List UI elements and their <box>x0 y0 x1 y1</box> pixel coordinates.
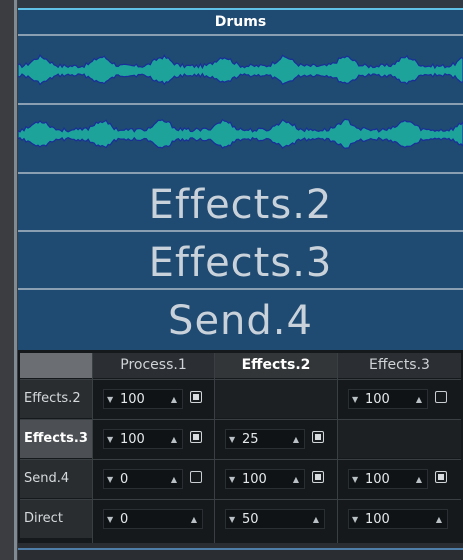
grid-line <box>214 353 215 543</box>
matrix-cell: ▼ 0 ▲ <box>93 460 214 498</box>
gain-value[interactable]: 0 <box>120 510 128 529</box>
matrix-cell: ▼ 100 ▲ <box>93 420 214 458</box>
triangle-down-icon[interactable]: ▼ <box>107 470 113 489</box>
matrix-cell: ▼ 0 ▲ <box>93 500 214 538</box>
divider <box>18 172 463 174</box>
triangle-up-icon[interactable]: ▲ <box>416 470 422 489</box>
routing-matrix: Process.1 Effects.2 Effects.3 Effects.2 … <box>18 350 463 543</box>
triangle-down-icon[interactable]: ▼ <box>107 390 113 409</box>
route-enable-checkbox[interactable] <box>190 431 202 443</box>
triangle-up-icon[interactable]: ▲ <box>191 510 197 529</box>
gain-spinbox[interactable]: ▼ 100 ▲ <box>225 469 305 489</box>
gain-value[interactable]: 100 <box>120 390 145 409</box>
gain-spinbox[interactable]: ▼ 25 ▲ <box>225 429 305 449</box>
row-header-effects-3[interactable]: Effects.3 <box>20 420 92 458</box>
triangle-down-icon[interactable]: ▼ <box>352 510 358 529</box>
matrix-cell: ▼ 100 ▲ <box>215 460 337 498</box>
gain-value[interactable]: 0 <box>120 470 128 489</box>
gain-spinbox[interactable]: ▼ 100 ▲ <box>348 469 428 489</box>
divider <box>18 288 463 290</box>
grid-line <box>20 419 461 420</box>
gain-spinbox[interactable]: ▼ 0 ▲ <box>103 469 183 489</box>
gain-spinbox[interactable]: ▼ 100 ▲ <box>103 389 183 409</box>
gain-spinbox[interactable]: ▼ 100 ▲ <box>348 509 448 529</box>
column-header-effects-3[interactable]: Effects.3 <box>338 353 461 378</box>
gain-value[interactable]: 100 <box>365 390 390 409</box>
matrix-cell <box>338 420 461 458</box>
triangle-up-icon[interactable]: ▲ <box>171 430 177 449</box>
triangle-down-icon[interactable]: ▼ <box>107 430 113 449</box>
triangle-down-icon[interactable]: ▼ <box>352 390 358 409</box>
triangle-up-icon[interactable]: ▲ <box>436 510 442 529</box>
triangle-up-icon[interactable]: ▲ <box>171 390 177 409</box>
lane-effects-3[interactable]: Effects.3 <box>18 238 463 288</box>
grid-line <box>20 379 461 380</box>
track-title: Drums <box>214 14 267 30</box>
gain-spinbox[interactable]: ▼ 100 ▲ <box>103 429 183 449</box>
grid-line <box>337 353 338 543</box>
route-enable-checkbox[interactable] <box>312 471 324 483</box>
panel-edge <box>14 0 17 560</box>
matrix-cell: ▼ 100 ▲ <box>338 460 461 498</box>
route-enable-checkbox[interactable] <box>435 391 447 403</box>
triangle-up-icon[interactable]: ▲ <box>416 390 422 409</box>
route-enable-checkbox[interactable] <box>312 431 324 443</box>
triangle-down-icon[interactable]: ▼ <box>229 430 235 449</box>
lane-effects-2[interactable]: Effects.2 <box>18 180 463 230</box>
bottom-accent-line <box>18 548 463 550</box>
track-drums[interactable]: Drums Effects.2 Effects.3 Send.4 <box>18 8 463 352</box>
grid-line <box>20 499 461 500</box>
matrix-corner <box>20 353 92 378</box>
waveform-channel-2 <box>18 118 463 149</box>
triangle-down-icon[interactable]: ▼ <box>107 510 113 529</box>
gain-value[interactable]: 100 <box>365 510 390 529</box>
gain-value[interactable]: 100 <box>365 470 390 489</box>
triangle-up-icon[interactable]: ▲ <box>171 470 177 489</box>
divider <box>18 34 463 36</box>
grid-line <box>92 353 93 543</box>
bottom-bar <box>18 543 463 560</box>
triangle-up-icon[interactable]: ▲ <box>313 510 319 529</box>
triangle-down-icon[interactable]: ▼ <box>229 470 235 489</box>
row-header-effects-2[interactable]: Effects.2 <box>20 380 92 418</box>
grid-line <box>20 459 461 460</box>
column-header-effects-2[interactable]: Effects.2 <box>215 353 337 378</box>
route-enable-checkbox[interactable] <box>435 471 447 483</box>
gain-spinbox[interactable]: ▼ 100 ▲ <box>348 389 428 409</box>
gain-value[interactable]: 100 <box>120 430 145 449</box>
left-panel-strip <box>0 0 18 560</box>
row-header-send-4[interactable]: Send.4 <box>20 460 92 498</box>
gain-value[interactable]: 100 <box>242 470 267 489</box>
waveform-channel-1 <box>18 54 463 86</box>
route-enable-checkbox[interactable] <box>190 471 202 483</box>
gain-value[interactable]: 50 <box>242 510 259 529</box>
row-header-direct[interactable]: Direct <box>20 500 92 538</box>
triangle-down-icon[interactable]: ▼ <box>229 510 235 529</box>
column-header-process-1[interactable]: Process.1 <box>93 353 214 378</box>
triangle-down-icon[interactable]: ▼ <box>352 470 358 489</box>
matrix-cell <box>215 380 337 418</box>
matrix-cell: ▼ 25 ▲ <box>215 420 337 458</box>
gain-spinbox[interactable]: ▼ 0 ▲ <box>103 509 203 529</box>
waveform-shape <box>18 118 463 149</box>
triangle-up-icon[interactable]: ▲ <box>293 470 299 489</box>
matrix-cell: ▼ 100 ▲ <box>338 500 461 538</box>
triangle-up-icon[interactable]: ▲ <box>293 430 299 449</box>
matrix-cell: ▼ 100 ▲ <box>338 380 461 418</box>
matrix-cell: ▼ 100 ▲ <box>93 380 214 418</box>
lane-send-4[interactable]: Send.4 <box>18 294 463 348</box>
gain-value[interactable]: 25 <box>242 430 259 449</box>
divider <box>18 230 463 232</box>
route-enable-checkbox[interactable] <box>190 391 202 403</box>
waveform-shape <box>18 54 463 86</box>
matrix-cell: ▼ 50 ▲ <box>215 500 337 538</box>
gain-spinbox[interactable]: ▼ 50 ▲ <box>225 509 325 529</box>
